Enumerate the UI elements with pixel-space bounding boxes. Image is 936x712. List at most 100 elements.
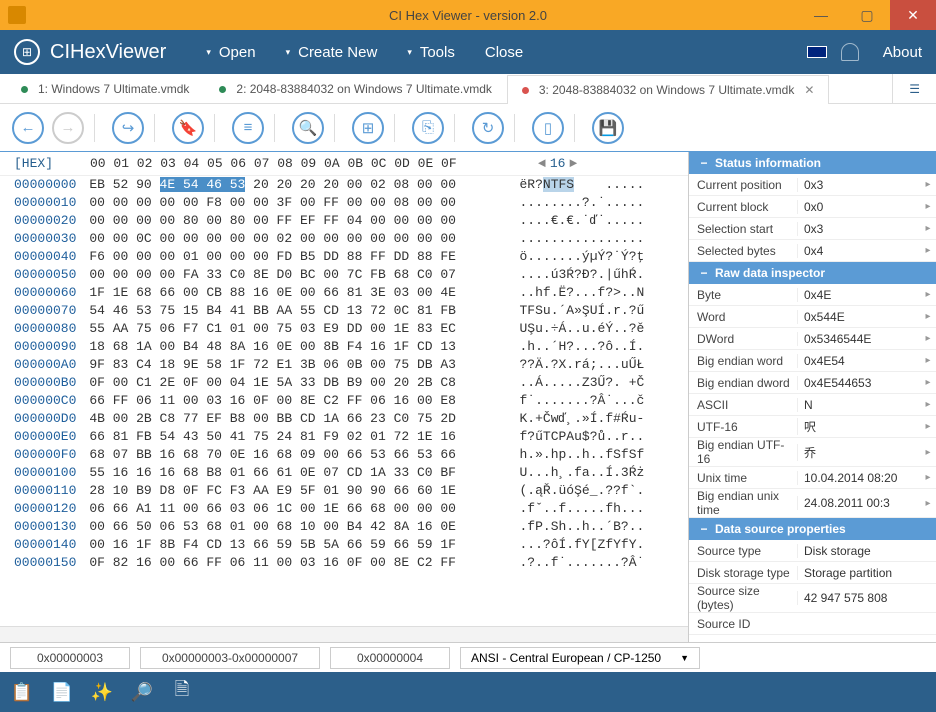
property-row[interactable]: Current block0x0▸ xyxy=(689,196,936,218)
expand-icon[interactable]: ▸ xyxy=(920,333,936,344)
menu-close[interactable]: Close xyxy=(485,44,523,61)
hex-ascii[interactable]: ..hf.Ë?...f?>..N xyxy=(520,284,689,302)
expand-icon[interactable]: ▸ xyxy=(920,377,936,388)
property-row[interactable]: Selection start0x3▸ xyxy=(689,218,936,240)
hex-ascii[interactable]: ....ú3Ŕ?Đ?.|űhŔ. xyxy=(520,266,689,284)
hex-bytes[interactable]: 18 68 1A 00 B4 48 8A 16 0E 00 8B F4 16 1… xyxy=(89,338,489,356)
close-button[interactable]: ✕ xyxy=(890,0,936,30)
section-data-source[interactable]: −Data source properties xyxy=(689,518,936,540)
hex-ascii[interactable]: h.».hp..h..fSfSf xyxy=(520,446,689,464)
hex-ascii[interactable]: ...?ôÍ.fY[ZfYfY. xyxy=(520,536,689,554)
menu-open[interactable]: ▾Open xyxy=(206,44,255,61)
hex-ascii[interactable]: f?űTCPAu$?ů..r.. xyxy=(520,428,689,446)
hex-row[interactable]: 000000C066 FF 06 11 00 03 16 0F 00 8E C2… xyxy=(14,392,688,410)
property-row[interactable]: Source size (bytes)42 947 575 808 xyxy=(689,584,936,613)
property-row[interactable]: DWord0x5346544E▸ xyxy=(689,328,936,350)
menu-tools[interactable]: ▾Tools xyxy=(407,44,455,61)
menu-about[interactable]: About xyxy=(883,44,922,61)
hex-row[interactable]: 000000B00F 00 C1 2E 0F 00 04 1E 5A 33 DB… xyxy=(14,374,688,392)
hex-bytes[interactable]: 55 AA 75 06 F7 C1 01 00 75 03 E9 DD 00 1… xyxy=(89,320,489,338)
property-row[interactable]: UTF-16呎▸ xyxy=(689,416,936,438)
hex-ascii[interactable]: U...h¸.fa..Í.3Ŕż xyxy=(520,464,689,482)
expand-icon[interactable]: ▸ xyxy=(920,201,936,212)
hex-bytes[interactable]: 00 00 00 00 00 F8 00 00 3F 00 FF 00 00 0… xyxy=(89,194,489,212)
hex-row[interactable]: 0000003000 00 0C 00 00 00 00 00 02 00 00… xyxy=(14,230,688,248)
hex-row[interactable]: 0000011028 10 B9 D8 0F FC F3 AA E9 5F 01… xyxy=(14,482,688,500)
hex-row[interactable]: 0000010055 16 16 16 68 B8 01 66 61 0E 07… xyxy=(14,464,688,482)
hex-bytes[interactable]: 9F 83 C4 18 9E 58 1F 72 E1 3B 06 0B 00 7… xyxy=(89,356,489,374)
hex-row[interactable]: 0000008055 AA 75 06 F7 C1 01 00 75 03 E9… xyxy=(14,320,688,338)
hex-row[interactable]: 00000040F6 00 00 00 01 00 00 00 FD B5 DD… xyxy=(14,248,688,266)
search-button[interactable]: 🔍 xyxy=(292,112,324,144)
property-row[interactable]: Word0x544E▸ xyxy=(689,306,936,328)
hex-bytes[interactable]: 1F 1E 68 66 00 CB 88 16 0E 00 66 81 3E 0… xyxy=(89,284,489,302)
hex-bytes[interactable]: 06 66 A1 11 00 66 03 06 1C 00 1E 66 68 0… xyxy=(89,500,489,518)
hex-ascii[interactable]: .h..´H?...?ô..Í. xyxy=(520,338,689,356)
hex-row[interactable]: 000000A09F 83 C4 18 9E 58 1F 72 E1 3B 06… xyxy=(14,356,688,374)
paste-icon[interactable]: 📋 xyxy=(10,680,34,704)
hex-ascii[interactable]: UŞu.÷Á..u.éÝ..?ě xyxy=(520,320,689,338)
tab-overflow-icon[interactable]: ☰ xyxy=(892,74,936,103)
hex-ascii[interactable]: ö.......ýµÝ?˙Ý?ţ xyxy=(520,248,689,266)
hex-bytes[interactable]: 0F 82 16 00 66 FF 06 11 00 03 16 0F 00 8… xyxy=(89,554,489,572)
hex-row[interactable]: 000000601F 1E 68 66 00 CB 88 16 0E 00 66… xyxy=(14,284,688,302)
property-row[interactable]: Byte0x4E▸ xyxy=(689,284,936,306)
property-row[interactable]: Current position0x3▸ xyxy=(689,174,936,196)
property-row[interactable]: Big endian word0x4E54▸ xyxy=(689,350,936,372)
user-icon[interactable] xyxy=(841,43,859,61)
section-status-info[interactable]: −Status information xyxy=(689,152,936,174)
hex-ascii[interactable]: .fˇ..f.....fh... xyxy=(520,500,689,518)
hex-ascii[interactable]: TFSu.´A»ŞUÍ.r.?ű xyxy=(520,302,689,320)
nav-forward-button[interactable]: → xyxy=(52,112,84,144)
tab-close-icon[interactable]: ✕ xyxy=(804,83,814,97)
hex-row[interactable]: 00000000EB 52 90 4E 54 46 53 20 20 20 20… xyxy=(14,176,688,194)
hex-ascii[interactable]: ................ xyxy=(520,230,689,248)
expand-icon[interactable]: ▸ xyxy=(920,311,936,322)
save-button[interactable]: 💾 xyxy=(592,112,624,144)
property-row[interactable]: ASCIIN▸ xyxy=(689,394,936,416)
hex-bytes[interactable]: 00 00 00 00 80 00 80 00 FF EF FF 04 00 0… xyxy=(89,212,489,230)
hex-row[interactable]: 0000005000 00 00 00 FA 33 C0 8E D0 BC 00… xyxy=(14,266,688,284)
maximize-button[interactable]: ▢ xyxy=(844,0,890,30)
horizontal-scrollbar[interactable] xyxy=(0,626,688,642)
clipboard-icon[interactable]: 📄 xyxy=(50,680,74,704)
page-right-icon[interactable]: ► xyxy=(569,156,577,171)
hex-ascii[interactable]: ..Á.....Z3Ű?. +Č xyxy=(520,374,689,392)
hex-bytes[interactable]: 0F 00 C1 2E 0F 00 04 1E 5A 33 DB B9 00 2… xyxy=(89,374,489,392)
expand-icon[interactable]: ▸ xyxy=(920,355,936,366)
wand-icon[interactable]: ✨ xyxy=(90,680,114,704)
property-row[interactable]: Unix time10.04.2014 08:20▸ xyxy=(689,467,936,489)
hex-ascii[interactable]: ....€.€.˙ď˙..... xyxy=(520,212,689,230)
expand-icon[interactable]: ▸ xyxy=(920,399,936,410)
hex-bytes[interactable]: 00 16 1F 8B F4 CD 13 66 59 5B 5A 66 59 6… xyxy=(89,536,489,554)
hex-ascii[interactable]: ??Ä.?X.rá;...uŰŁ xyxy=(520,356,689,374)
expand-icon[interactable]: ▸ xyxy=(920,472,936,483)
expand-icon[interactable]: ▸ xyxy=(920,245,936,256)
hex-row[interactable]: 0000014000 16 1F 8B F4 CD 13 66 59 5B 5A… xyxy=(14,536,688,554)
hex-ascii[interactable]: f˙.......?Â˙...č xyxy=(520,392,689,410)
nav-back-button[interactable]: ← xyxy=(12,112,44,144)
document-icon[interactable]: 🗎 xyxy=(170,680,194,704)
hex-ascii[interactable]: .?..f˙.......?Â˙ xyxy=(520,554,689,572)
property-row[interactable]: Big endian unix time24.08.2011 00:3▸ xyxy=(689,489,936,518)
hex-bytes[interactable]: 00 00 0C 00 00 00 00 00 02 00 00 00 00 0… xyxy=(89,230,489,248)
list-button[interactable]: ≡ xyxy=(232,112,264,144)
goto-button[interactable]: ↪ xyxy=(112,112,144,144)
zoom-icon[interactable]: 🔎 xyxy=(130,680,154,704)
expand-icon[interactable]: ▸ xyxy=(920,447,936,458)
hex-bytes[interactable]: 00 66 50 06 53 68 01 00 68 10 00 B4 42 8… xyxy=(89,518,489,536)
hex-ascii[interactable]: ëR?NTFS ..... xyxy=(520,176,689,194)
hex-ascii[interactable]: .fP.Sh..h..´B?.. xyxy=(520,518,689,536)
hex-bytes[interactable]: 54 46 53 75 15 B4 41 BB AA 55 CD 13 72 0… xyxy=(89,302,489,320)
refresh-button[interactable]: ↻ xyxy=(472,112,504,144)
page-left-icon[interactable]: ◄ xyxy=(538,156,546,171)
bookmark-button[interactable]: 🔖 xyxy=(172,112,204,144)
tab-3[interactable]: 3: 2048-83884032 on Windows 7 Ultimate.v… xyxy=(507,75,830,104)
grid-button[interactable]: ⊞ xyxy=(352,112,384,144)
hex-bytes[interactable]: 28 10 B9 D8 0F FC F3 AA E9 5F 01 90 90 6… xyxy=(89,482,489,500)
hex-row[interactable]: 0000009018 68 1A 00 B4 48 8A 16 0E 00 8B… xyxy=(14,338,688,356)
expand-icon[interactable]: ▸ xyxy=(920,223,936,234)
encoding-dropdown[interactable]: ANSI - Central European / CP-1250▼ xyxy=(460,647,700,669)
hex-row[interactable]: 0000007054 46 53 75 15 B4 41 BB AA 55 CD… xyxy=(14,302,688,320)
section-raw-inspector[interactable]: −Raw data inspector xyxy=(689,262,936,284)
